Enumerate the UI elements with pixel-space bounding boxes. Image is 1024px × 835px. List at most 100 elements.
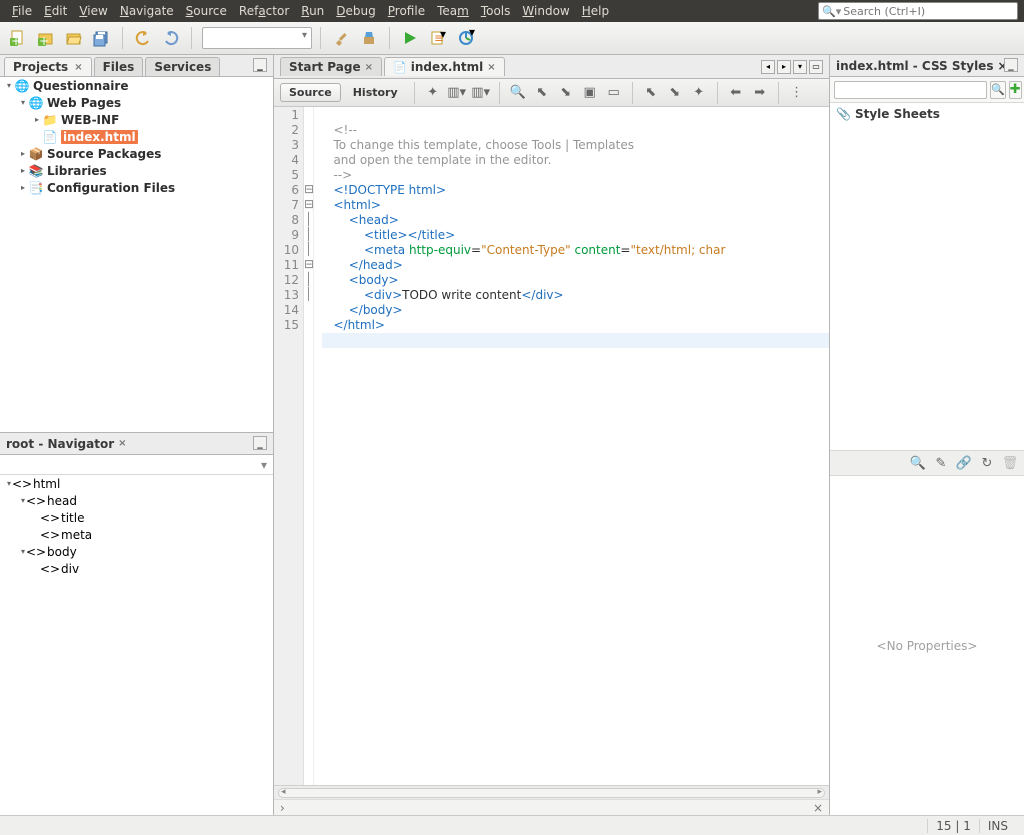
find-icon[interactable]: 🔍 [908, 453, 928, 473]
svg-text:▾: ▾ [469, 29, 475, 39]
projects-tree[interactable]: ▾🌐Questionnaire ▾🌐Web Pages ▸📁WEB-INF 📄i… [0, 77, 273, 432]
new-rule-button[interactable]: ✚ [1009, 81, 1022, 99]
menu-run[interactable]: Run [295, 0, 330, 22]
open-project-button[interactable] [62, 26, 86, 50]
menu-team[interactable]: Team [431, 0, 475, 22]
tab-services[interactable]: Services [145, 57, 220, 76]
config-files-node[interactable]: Configuration Files [47, 181, 175, 195]
search-input[interactable] [843, 5, 1014, 18]
profile-button[interactable]: ▾ [454, 26, 478, 50]
tab-start-page[interactable]: Start Page× [280, 57, 382, 76]
edit-rule-button[interactable]: ✎ [931, 453, 951, 473]
libraries-node[interactable]: Libraries [47, 164, 107, 178]
prev-bookmark-button[interactable]: ⬉ [641, 83, 661, 103]
find-selection-button[interactable]: 🔍 [508, 83, 528, 103]
fold-gutter[interactable]: ⊟⊟│││⊟││ [304, 107, 314, 785]
code-editor[interactable]: 123456789101112131415 ⊟⊟│││⊟││ <!-- To c… [274, 107, 829, 785]
scroll-tabs-left-button[interactable]: ◂ [761, 60, 775, 74]
line-number-gutter[interactable]: 123456789101112131415 [274, 107, 304, 785]
toggle-bookmark-button[interactable]: ✦ [689, 83, 709, 103]
libraries-icon: 📚 [28, 163, 44, 179]
redo-button[interactable] [159, 26, 183, 50]
close-icon[interactable]: × [813, 801, 823, 815]
source-view-button[interactable]: Source [280, 83, 341, 102]
tab-files[interactable]: Files [94, 57, 144, 76]
nav-head[interactable]: head [47, 494, 77, 508]
navigator-panel: root - Navigator × ▁ ▾ ▾<>html ▾<>head <… [0, 432, 273, 815]
nav-body[interactable]: body [47, 545, 77, 559]
menu-debug[interactable]: Debug [330, 0, 381, 22]
minimize-panel-button[interactable]: ▁ [1004, 58, 1018, 72]
config-combo[interactable] [202, 27, 312, 49]
back-button[interactable]: ▥▾ [447, 83, 467, 103]
navigator-view-combo[interactable]: ▾ [0, 455, 273, 475]
menu-source[interactable]: Source [180, 0, 233, 22]
close-icon[interactable]: × [487, 62, 495, 73]
menu-profile[interactable]: Profile [382, 0, 431, 22]
nav-title[interactable]: title [61, 511, 84, 525]
menu-navigate[interactable]: Navigate [114, 0, 180, 22]
forward-button[interactable]: ▥▾ [471, 83, 491, 103]
new-project-button[interactable]: + [34, 26, 58, 50]
menu-window[interactable]: Window [516, 0, 575, 22]
css-filter-input[interactable] [834, 81, 987, 99]
shift-left-button[interactable]: ⬅ [726, 83, 746, 103]
menu-refactor[interactable]: Refactor [233, 0, 295, 22]
webinf-node[interactable]: WEB-INF [61, 113, 119, 127]
undo-button[interactable] [131, 26, 155, 50]
save-all-button[interactable] [90, 26, 114, 50]
delete-icon[interactable]: 🗑 [1000, 453, 1020, 473]
menu-edit[interactable]: Edit [38, 0, 73, 22]
navigator-tree[interactable]: ▾<>html ▾<>head <>title <>meta ▾<>body [0, 475, 273, 815]
last-edit-button[interactable]: ✦ [423, 83, 443, 103]
build-button[interactable] [329, 26, 353, 50]
project-node[interactable]: Questionnaire [33, 79, 128, 93]
nav-html[interactable]: html [33, 477, 60, 491]
svg-text:▾: ▾ [440, 29, 446, 41]
index-file-node[interactable]: index.html [61, 130, 138, 144]
menu-view[interactable]: View [73, 0, 113, 22]
toggle-highlight-button[interactable]: ▣ [580, 83, 600, 103]
nav-div[interactable]: div [61, 562, 79, 576]
insert-mode[interactable]: INS [979, 819, 1016, 833]
toggle-rect-select-button[interactable]: ▭ [604, 83, 624, 103]
clean-build-button[interactable] [357, 26, 381, 50]
html-file-icon: 📄 [393, 61, 407, 74]
menu-help[interactable]: Help [576, 0, 615, 22]
html-file-icon: 📄 [42, 129, 58, 145]
minimize-panel-button[interactable]: ▁ [253, 436, 267, 450]
tab-index-html[interactable]: 📄index.html× [384, 57, 505, 76]
link-icon[interactable]: 🔗 [954, 453, 974, 473]
debug-button[interactable]: ≡▾ [426, 26, 450, 50]
editor-hscroll[interactable] [274, 785, 829, 799]
style-sheets-node[interactable]: Style Sheets [855, 107, 940, 121]
src-packages-node[interactable]: Source Packages [47, 147, 161, 161]
find-prev-button[interactable]: ⬉ [532, 83, 552, 103]
shift-right-button[interactable]: ➡ [750, 83, 770, 103]
code-content[interactable]: <!-- To change this template, choose Too… [314, 107, 829, 785]
menu-file[interactable]: File [6, 0, 38, 22]
close-icon[interactable]: × [74, 62, 82, 73]
more-editor-actions-button[interactable]: ⋮ [787, 83, 807, 103]
filter-icon[interactable]: 🔍 [990, 81, 1006, 99]
next-bookmark-button[interactable]: ⬊ [665, 83, 685, 103]
new-file-button[interactable]: + [6, 26, 30, 50]
close-icon[interactable]: × [365, 62, 373, 73]
package-icon: 📦 [28, 146, 44, 162]
maximize-editor-button[interactable]: ▭ [809, 60, 823, 74]
tab-projects[interactable]: Projects× [4, 57, 92, 76]
folder-icon: 🌐 [28, 95, 44, 111]
run-button[interactable] [398, 26, 422, 50]
refresh-icon[interactable]: ↻ [977, 453, 997, 473]
close-icon[interactable]: × [118, 438, 126, 449]
scroll-tabs-right-button[interactable]: ▸ [777, 60, 791, 74]
webpages-node[interactable]: Web Pages [47, 96, 121, 110]
quick-search[interactable]: 🔍▾ [818, 2, 1018, 20]
menu-tools[interactable]: Tools [475, 0, 517, 22]
nav-meta[interactable]: meta [61, 528, 92, 542]
minimize-panel-button[interactable]: ▁ [253, 58, 267, 72]
history-view-button[interactable]: History [345, 84, 406, 101]
editor-breadcrumb[interactable]: ›× [274, 799, 829, 815]
find-next-button[interactable]: ⬊ [556, 83, 576, 103]
show-opened-docs-button[interactable]: ▾ [793, 60, 807, 74]
